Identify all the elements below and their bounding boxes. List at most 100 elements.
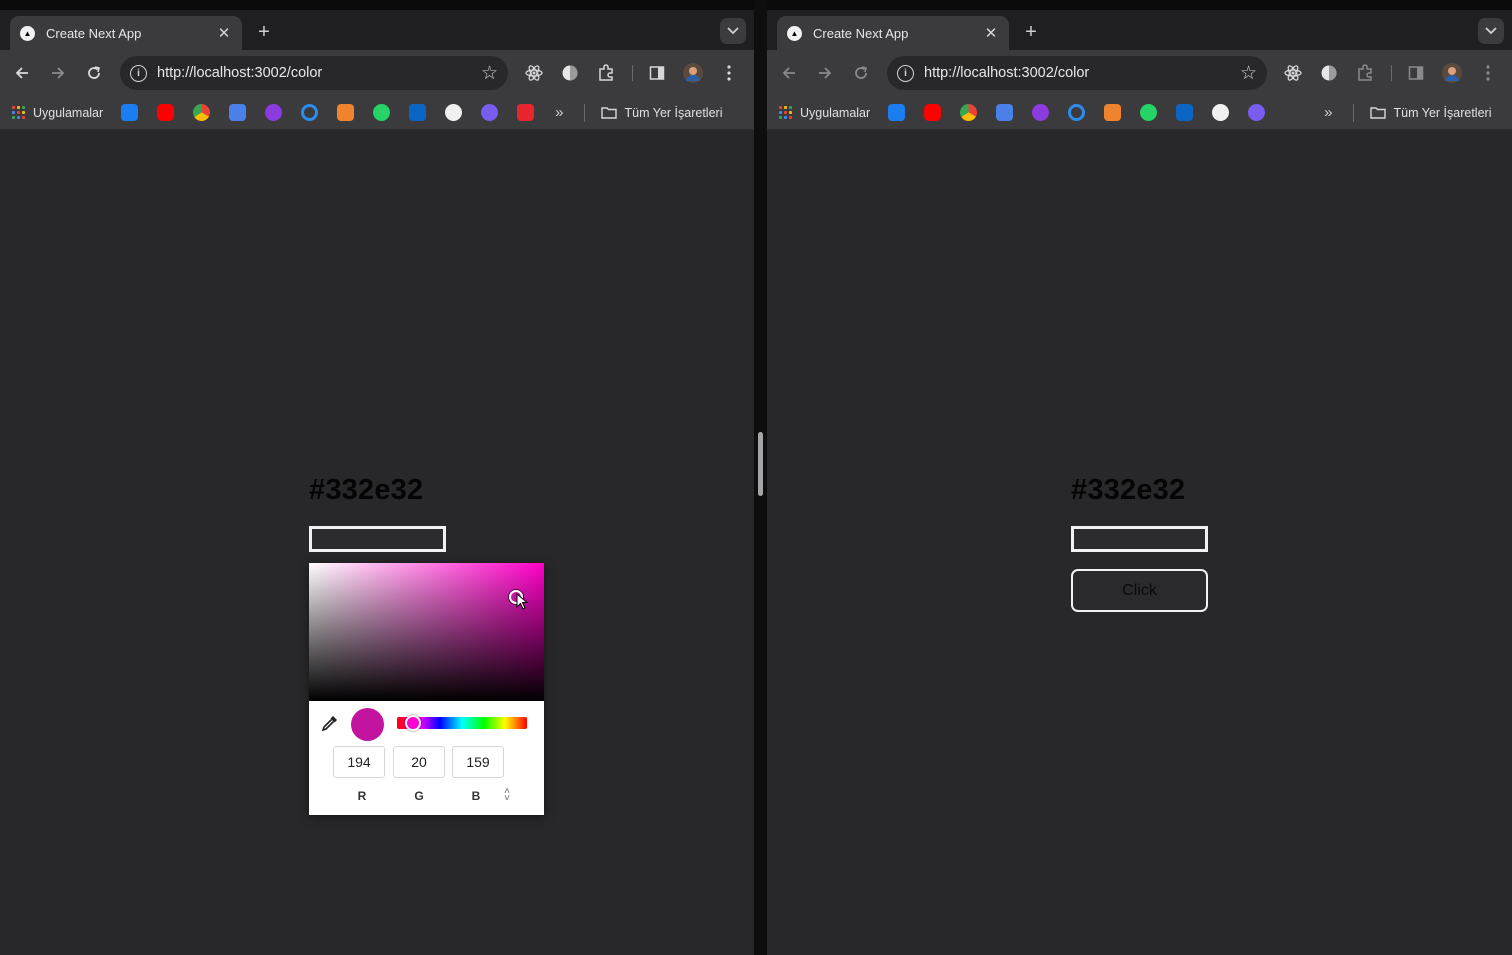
address-bar[interactable]: i http://localhost:3002/color ☆ bbox=[887, 56, 1267, 90]
back-icon[interactable] bbox=[10, 61, 34, 85]
bookmark-apps-label: Uygulamalar bbox=[800, 105, 871, 120]
linkedin-icon[interactable] bbox=[1176, 104, 1194, 121]
apps-grid-icon bbox=[12, 106, 25, 119]
red-label: R bbox=[357, 789, 367, 803]
new-tab-icon[interactable]: + bbox=[252, 20, 276, 44]
bookmark-apps[interactable]: Uygulamalar bbox=[12, 106, 103, 120]
tab-title: Create Next App bbox=[46, 25, 142, 41]
red-app-icon[interactable] bbox=[517, 104, 535, 121]
toolbar-extensions bbox=[522, 61, 753, 85]
toolbar-extensions bbox=[1281, 61, 1512, 85]
bookmark-star-icon[interactable]: ☆ bbox=[1240, 62, 1257, 85]
chrome-icon[interactable] bbox=[193, 104, 211, 121]
github-icon[interactable] bbox=[1212, 104, 1230, 121]
reload-icon[interactable] bbox=[849, 61, 873, 85]
bookmarks-bar: Uygulamalar » Tüm Yer İşaretleri bbox=[0, 96, 754, 130]
close-tab-icon[interactable]: ✕ bbox=[983, 25, 999, 42]
color-input[interactable] bbox=[1071, 526, 1208, 552]
close-tab-icon[interactable]: ✕ bbox=[216, 25, 232, 42]
translate-icon[interactable] bbox=[996, 104, 1014, 121]
nextjs-favicon-icon: ▲ bbox=[787, 25, 802, 41]
forward-icon[interactable] bbox=[813, 61, 837, 85]
bookmark-separator bbox=[1352, 103, 1354, 122]
address-bar[interactable]: i http://localhost:3002/color ☆ bbox=[120, 56, 508, 90]
safari-icon[interactable] bbox=[121, 104, 139, 121]
translate-icon[interactable] bbox=[229, 104, 247, 121]
purple-app-icon[interactable] bbox=[265, 104, 283, 121]
page-content: #332e32 Click bbox=[767, 131, 1512, 955]
color-input[interactable] bbox=[309, 526, 446, 552]
gmail-icon[interactable] bbox=[481, 104, 499, 121]
purple-app-icon[interactable] bbox=[1032, 104, 1050, 121]
dark-mode-extension-icon[interactable] bbox=[1317, 61, 1341, 85]
react-devtools-icon[interactable] bbox=[522, 61, 546, 85]
folder-icon bbox=[1369, 107, 1386, 119]
dark-mode-extension-icon[interactable] bbox=[558, 61, 582, 85]
browser-tab[interactable]: ▲ Create Next App ✕ bbox=[777, 16, 1009, 50]
hue-slider-thumb[interactable] bbox=[405, 715, 421, 731]
profile-avatar[interactable] bbox=[681, 61, 705, 85]
click-button[interactable]: Click bbox=[1071, 569, 1208, 612]
chrome-menu-icon[interactable] bbox=[717, 61, 741, 85]
react-devtools-icon[interactable] bbox=[1281, 61, 1305, 85]
mode-toggle-icon[interactable]: ˄ ˅ bbox=[500, 786, 514, 804]
chrome-menu-icon[interactable] bbox=[1476, 61, 1500, 85]
url-text: http://localhost:3002/color bbox=[157, 65, 323, 81]
youtube-icon[interactable] bbox=[924, 104, 942, 121]
site-info-icon[interactable]: i bbox=[897, 64, 914, 82]
all-bookmarks-label: Tüm Yer İşaretleri bbox=[1393, 105, 1492, 120]
page-content: #332e32 194 20 159 R G B ˄ ˅ bbox=[0, 131, 754, 955]
more-bookmarks-icon[interactable]: » bbox=[555, 104, 563, 121]
color-preview-swatch bbox=[351, 708, 384, 741]
side-panel-icon[interactable] bbox=[1404, 61, 1428, 85]
blue-label: B bbox=[471, 789, 481, 803]
side-panel-icon[interactable] bbox=[645, 61, 669, 85]
toolbar-separator bbox=[1391, 65, 1392, 81]
saturation-area[interactable] bbox=[309, 563, 544, 701]
orange-app-icon[interactable] bbox=[337, 104, 355, 121]
bookmark-apps[interactable]: Uygulamalar bbox=[779, 106, 870, 120]
safari-icon[interactable] bbox=[888, 104, 906, 121]
tab-strip: ▲ Create Next App ✕ + bbox=[0, 10, 754, 50]
hex-color-heading: #332e32 bbox=[1071, 474, 1186, 506]
profile-avatar[interactable] bbox=[1440, 61, 1464, 85]
whatsapp-icon[interactable] bbox=[1140, 104, 1158, 121]
site-info-icon[interactable]: i bbox=[130, 64, 147, 82]
bookmark-star-icon[interactable]: ☆ bbox=[481, 62, 498, 85]
split-divider-handle[interactable] bbox=[758, 432, 763, 496]
linkedin-icon[interactable] bbox=[409, 104, 427, 121]
toolbar: i http://localhost:3002/color ☆ bbox=[0, 50, 754, 96]
browser-tab[interactable]: ▲ Create Next App ✕ bbox=[10, 16, 242, 50]
orange-app-icon[interactable] bbox=[1104, 104, 1122, 121]
hex-color-heading: #332e32 bbox=[309, 474, 424, 506]
blue-input[interactable]: 159 bbox=[452, 746, 504, 778]
url-text: http://localhost:3002/color bbox=[924, 65, 1090, 81]
chrome-icon[interactable] bbox=[960, 104, 978, 121]
github-icon[interactable] bbox=[445, 104, 463, 121]
more-bookmarks-icon[interactable]: » bbox=[1324, 104, 1332, 121]
tab-search-chevron-icon[interactable] bbox=[1478, 18, 1504, 44]
extensions-puzzle-icon[interactable] bbox=[1353, 61, 1377, 85]
new-tab-icon[interactable]: + bbox=[1019, 20, 1043, 44]
all-bookmarks-folder[interactable]: Tüm Yer İşaretleri bbox=[1369, 105, 1492, 120]
gmail-icon[interactable] bbox=[1248, 104, 1266, 121]
all-bookmarks-folder[interactable]: Tüm Yer İşaretleri bbox=[600, 106, 722, 120]
color-picker-popover: 194 20 159 R G B ˄ ˅ bbox=[309, 563, 544, 815]
tab-search-chevron-icon[interactable] bbox=[720, 18, 746, 44]
mouse-pointer-icon bbox=[516, 593, 529, 610]
tab-strip: ▲ Create Next App ✕ + bbox=[767, 10, 1512, 50]
refresh-blue-icon[interactable] bbox=[1068, 104, 1086, 121]
green-label: G bbox=[414, 789, 424, 803]
youtube-icon[interactable] bbox=[157, 104, 175, 121]
reload-icon[interactable] bbox=[82, 61, 106, 85]
forward-icon[interactable] bbox=[46, 61, 70, 85]
whatsapp-icon[interactable] bbox=[373, 104, 391, 121]
eyedropper-icon[interactable] bbox=[321, 714, 339, 732]
bookmark-apps-label: Uygulamalar bbox=[33, 105, 104, 120]
extensions-puzzle-icon[interactable] bbox=[594, 61, 618, 85]
back-icon[interactable] bbox=[777, 61, 801, 85]
browser-window-right: ▲ Create Next App ✕ + i http://localhost… bbox=[767, 10, 1512, 955]
refresh-blue-icon[interactable] bbox=[301, 104, 319, 121]
green-input[interactable]: 20 bbox=[393, 746, 445, 778]
red-input[interactable]: 194 bbox=[333, 746, 385, 778]
